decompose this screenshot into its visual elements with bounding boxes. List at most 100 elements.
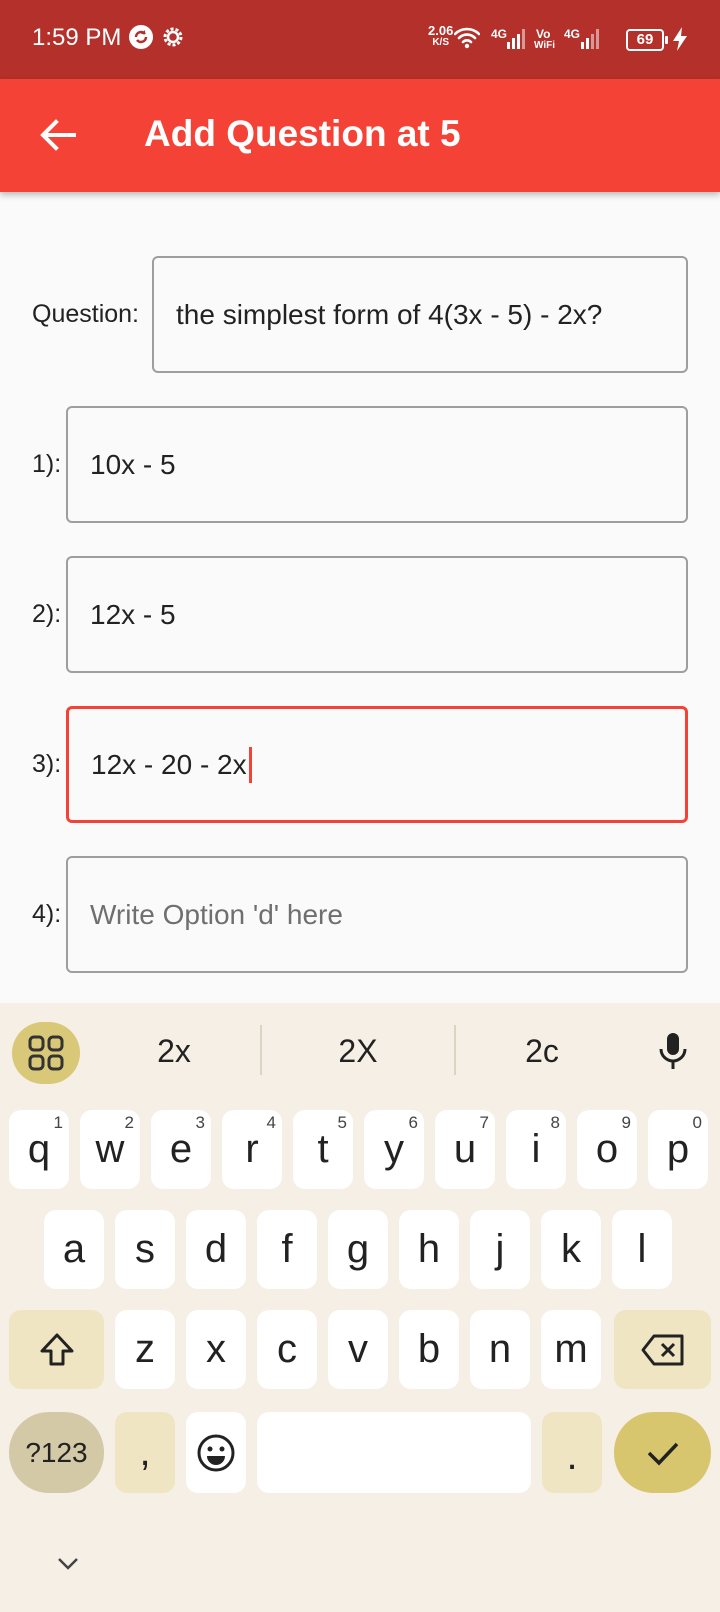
key-e[interactable]: e3 [151,1110,211,1189]
option-4-input[interactable]: Write Option 'd' here [66,856,688,973]
backspace-key[interactable] [614,1310,711,1389]
sim1-network-type: 4G [491,27,508,41]
key-l[interactable]: l [612,1210,672,1289]
option-2-input[interactable]: 12x - 5 [66,556,688,673]
key-r[interactable]: r4 [222,1110,282,1189]
key-w[interactable]: w2 [80,1110,140,1189]
key-hint: 6 [408,1113,418,1132]
key-label: l [637,1227,647,1271]
key-b[interactable]: b [399,1310,459,1389]
key-v[interactable]: v [328,1310,388,1389]
suggestion-2[interactable]: 2X [300,1033,416,1070]
key-label: m [554,1327,588,1371]
key-q[interactable]: q1 [9,1110,69,1189]
question-input-value: the simplest form of 4(3x - 5) - 2x? [176,298,603,330]
suggestion-strip: 2x 2X 2c [0,1003,720,1093]
mic-icon[interactable] [656,1031,690,1076]
question-input[interactable]: the simplest form of 4(3x - 5) - 2x? [152,256,688,373]
key-label: x [206,1327,226,1371]
key-hint: 2 [124,1113,134,1132]
charging-icon [672,27,688,56]
emoji-key[interactable] [186,1412,246,1493]
key-label: d [204,1227,228,1271]
key-j[interactable]: j [470,1210,530,1289]
suggestion-divider [260,1025,262,1075]
enter-key[interactable] [614,1412,711,1493]
sync-icon [128,24,154,55]
key-label: f [281,1227,293,1271]
signal-icon [580,28,602,55]
key-a[interactable]: a [44,1210,104,1289]
status-bar: 1:59 PM 2.06 K/S 4G Vo WiFi 4G 69 [0,0,720,79]
key-k[interactable]: k [541,1210,601,1289]
battery-indicator: 69 [626,29,668,51]
text-cursor [248,746,252,783]
shift-icon [40,1333,73,1365]
key-hint: 5 [337,1113,347,1132]
key-h[interactable]: h [399,1210,459,1289]
shift-key[interactable] [9,1310,104,1389]
key-label: p [666,1127,690,1171]
option-3-value: 12x - 20 - 2x [91,748,247,780]
key-d[interactable]: d [186,1210,246,1289]
key-label: w [95,1127,125,1171]
option-1-label: 1): [32,450,62,478]
key-g[interactable]: g [328,1210,388,1289]
chevron-down-icon[interactable] [56,1555,80,1576]
status-time: 1:59 PM [32,24,122,51]
network-speed: 2.06 K/S [428,24,453,48]
option-1-input[interactable]: 10x - 5 [66,406,688,523]
option-3-input[interactable]: 12x - 20 - 2x [66,706,688,823]
key-z[interactable]: z [115,1310,175,1389]
back-button[interactable] [32,109,84,161]
key-c[interactable]: c [257,1310,317,1389]
key-f[interactable]: f [257,1210,317,1289]
key-x[interactable]: x [186,1310,246,1389]
key-label: o [595,1127,619,1171]
suggestion-divider [454,1025,456,1075]
arrow-left-icon [40,119,76,151]
suggestion-1[interactable]: 2x [120,1033,228,1070]
backspace-icon [641,1334,683,1365]
network-speed-value: 2.06 [428,23,454,38]
keyboard-apps-button[interactable] [12,1022,80,1084]
network-speed-unit: K/S [432,37,449,48]
key-hint: 1 [53,1113,63,1132]
key-hint: 8 [550,1113,560,1132]
key-i[interactable]: i8 [506,1110,566,1189]
option-3-label: 3): [32,750,62,778]
gear-icon [160,24,186,55]
key-label: j [495,1227,505,1271]
key-t[interactable]: t5 [293,1110,353,1189]
key-label: n [488,1327,512,1371]
key-label: b [417,1327,441,1371]
key-n[interactable]: n [470,1310,530,1389]
key-hint: 9 [621,1113,631,1132]
key-s[interactable]: s [115,1210,175,1289]
key-label: g [346,1227,370,1271]
comma-key[interactable]: , [115,1412,175,1493]
page-title: Add Question at 5 [144,113,461,154]
space-key[interactable] [257,1412,531,1493]
symbols-key[interactable]: ?123 [9,1412,104,1493]
option-4-label: 4): [32,900,62,928]
key-y[interactable]: y6 [364,1110,424,1189]
key-hint: 4 [266,1113,276,1132]
key-p[interactable]: p0 [648,1110,708,1189]
key-o[interactable]: o9 [577,1110,637,1189]
key-label: r [245,1127,259,1171]
key-label: s [135,1227,155,1271]
suggestion-3[interactable]: 2c [490,1033,594,1070]
key-label: e [169,1127,193,1171]
volte-label: Vo [536,27,551,41]
grid-icon [28,1035,64,1071]
keyboard: 2x 2X 2c q1 w2 e3 r4 t5 y6 u7 i8 o9 p0 a… [0,1003,720,1612]
key-u[interactable]: u7 [435,1110,495,1189]
key-label: i [531,1127,541,1171]
option-4-placeholder: Write Option 'd' here [90,898,343,930]
key-m[interactable]: m [541,1310,601,1389]
signal-icon [506,28,528,55]
period-key[interactable]: . [542,1412,602,1493]
option-1-value: 10x - 5 [90,448,176,480]
key-label: t [317,1127,329,1171]
